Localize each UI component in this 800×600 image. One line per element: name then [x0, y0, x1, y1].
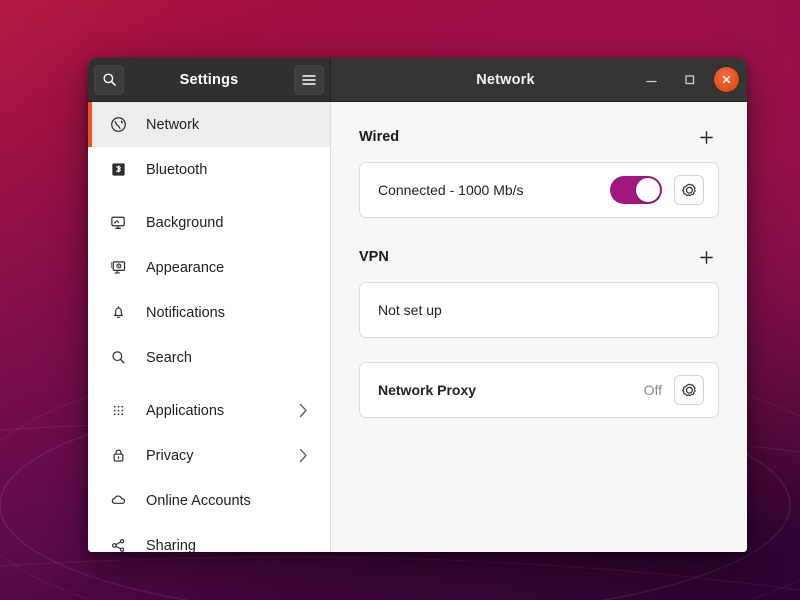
maximize-button[interactable] — [676, 67, 702, 93]
minimize-button[interactable] — [638, 67, 664, 93]
window-controls — [638, 67, 739, 93]
vpn-row: Not set up — [359, 282, 719, 338]
sidebar-item-label: Search — [146, 349, 192, 366]
gear-icon — [681, 383, 696, 396]
bluetooth-icon — [108, 160, 128, 180]
settings-title: Settings — [179, 71, 239, 88]
page-title: Network — [476, 71, 535, 88]
share-nodes-icon — [108, 536, 128, 553]
network-proxy-row: Network Proxy Off — [359, 362, 719, 418]
sidebar-item-network[interactable]: Network — [88, 102, 330, 147]
window-titlebar: Settings Network — [88, 58, 747, 102]
bell-icon — [108, 303, 128, 323]
content-headerbar: Network — [331, 58, 747, 101]
sidebar-item-label: Online Accounts — [146, 492, 251, 509]
sidebar-item-online-accounts[interactable]: Online Accounts — [88, 478, 330, 523]
wired-title: Wired — [359, 129, 400, 145]
desktop-wallpaper: Settings Network Network Bluetooth Backg… — [0, 0, 800, 600]
sidebar-item-bluetooth[interactable]: Bluetooth — [88, 147, 330, 192]
vpn-title: VPN — [359, 249, 389, 265]
sidebar-item-applications[interactable]: Applications — [88, 388, 330, 433]
sidebar-item-background[interactable]: Background — [88, 200, 330, 245]
close-icon — [722, 75, 731, 84]
plus-icon — [699, 130, 713, 144]
sidebar-item-label: Privacy — [146, 447, 194, 464]
network-proxy-label: Network Proxy — [378, 382, 477, 398]
sidebar-item-label: Sharing — [146, 537, 196, 553]
settings-sidebar: Network Bluetooth Background Appearance … — [88, 102, 331, 552]
close-button[interactable] — [714, 67, 739, 92]
sidebar-headerbar: Settings — [88, 58, 331, 101]
vpn-status-label: Not set up — [378, 302, 442, 318]
sidebar-item-privacy[interactable]: Privacy — [88, 433, 330, 478]
main-menu-button[interactable] — [294, 64, 324, 95]
monitor-icon — [108, 213, 128, 233]
sidebar-item-search[interactable]: Search — [88, 335, 330, 380]
sidebar-item-label: Notifications — [146, 304, 225, 321]
minimize-icon — [645, 80, 657, 83]
wired-row-controls — [610, 175, 704, 205]
window-body: Network Bluetooth Background Appearance … — [88, 102, 747, 552]
sidebar-item-appearance[interactable]: Appearance — [88, 245, 330, 290]
sidebar-item-sharing[interactable]: Sharing — [88, 523, 330, 552]
plus-icon — [699, 250, 713, 264]
search-button[interactable] — [94, 64, 124, 95]
sidebar-item-label: Applications — [146, 402, 225, 419]
toggle-knob — [636, 178, 660, 202]
sidebar-item-notifications[interactable]: Notifications — [88, 290, 330, 335]
wired-section-header: Wired — [359, 124, 719, 150]
appearance-icon — [108, 258, 128, 278]
hamburger-menu-icon — [302, 74, 316, 85]
gear-icon — [681, 183, 696, 196]
maximize-icon — [684, 75, 694, 85]
wired-toggle[interactable] — [610, 176, 662, 204]
cloud-icon — [108, 491, 128, 511]
lock-icon — [108, 446, 128, 466]
wired-connection-row: Connected - 1000 Mb/s — [359, 162, 719, 218]
network-proxy-state: Off — [643, 382, 662, 398]
search-icon — [108, 348, 128, 368]
search-icon — [102, 73, 116, 86]
sidebar-item-label: Background — [146, 214, 224, 231]
sidebar-item-label: Bluetooth — [146, 161, 208, 178]
sidebar-item-label: Appearance — [146, 259, 225, 276]
wired-settings-button[interactable] — [674, 175, 704, 205]
add-vpn-button[interactable] — [693, 244, 719, 270]
chevron-right-icon — [298, 448, 308, 463]
proxy-row-controls: Off — [644, 375, 704, 405]
wired-status-label: Connected - 1000 Mb/s — [378, 182, 524, 198]
globe-icon — [108, 115, 128, 135]
network-proxy-settings-button[interactable] — [674, 375, 704, 405]
vpn-section-header: VPN — [359, 244, 719, 270]
add-wired-button[interactable] — [693, 124, 719, 150]
grid-dots-icon — [108, 401, 128, 421]
settings-window: Settings Network Network Bluetooth Backg… — [88, 58, 747, 552]
sidebar-item-label: Network — [146, 116, 200, 133]
network-settings-panel: Wired Connected - 1000 Mb/s VPN Not set … — [331, 102, 747, 552]
chevron-right-icon — [298, 403, 308, 418]
